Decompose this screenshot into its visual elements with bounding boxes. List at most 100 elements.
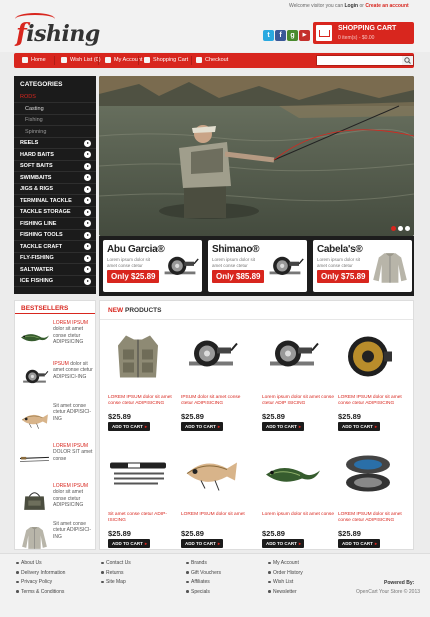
product-image[interactable] [108,446,168,501]
product-image[interactable] [181,329,241,384]
bestseller-image[interactable] [19,523,50,553]
twitter-icon[interactable]: t [263,30,274,41]
search-input[interactable] [316,55,414,66]
category-item[interactable]: FISHING TOOLS [14,230,96,241]
bestseller-name[interactable]: LOREM IPSUM DOLOR SIT amet conse [53,443,95,462]
category-item[interactable]: SWIMBAITS [14,172,96,184]
login-link[interactable]: Login [345,3,359,9]
product-name[interactable]: Sit amet conse ctetur ADIP-ISICING [108,512,180,524]
menu-wish-list[interactable]: Wish List (0) [61,53,101,68]
search-button[interactable] [402,56,413,65]
arrow-right-icon: ▸ [217,424,221,429]
hero-banner[interactable] [99,76,414,236]
footer-link[interactable]: Gift Vouchers [186,570,221,576]
add-to-cart-button[interactable]: ADD TO CART ▸ [262,422,305,431]
menu-shopping-cart[interactable]: Shopping Cart [144,53,188,68]
footer-link[interactable]: Affiliates [186,579,210,585]
facebook-icon[interactable]: f [275,30,286,41]
product-name[interactable]: LOREM IPSUM dolor sit amet [181,512,253,518]
add-to-cart-button[interactable]: ADD TO CART ▸ [181,539,224,548]
category-item[interactable]: SALTWATER [14,264,96,276]
promo-banner[interactable]: Cabela's® Lorem ipsum dolor sit amet cons… [313,240,412,292]
bestseller-image[interactable] [19,322,50,352]
footer-link[interactable]: Returns [101,570,124,576]
slide-dot[interactable] [398,226,403,231]
category-item[interactable]: TACKLE CRAFT [14,241,96,253]
bestseller-name[interactable]: Sit amet conse ctetur ADIPISICI-ING [53,403,95,422]
category-label: Fishing [25,117,43,123]
bestseller-image[interactable] [19,405,50,435]
product-name[interactable]: Lorem ipsum dolor sit amet conse [262,512,334,518]
menu-my-account[interactable]: My Account [105,53,142,68]
bestseller-name[interactable]: LOREM IPSUM dolor sit amet conse ctetur … [53,320,95,345]
google-icon[interactable]: g [287,30,298,41]
footer-link[interactable]: Terms & Conditions [16,589,64,595]
product-image[interactable] [338,329,398,384]
product-name[interactable]: LOREM IPSUM dolor sit amet conse ctetur … [338,512,410,524]
categories-title: CATEGORIES [20,81,63,88]
product-image[interactable] [262,446,322,501]
footer-link[interactable]: Delivery Information [16,570,65,576]
product-image[interactable] [338,446,398,501]
category-item[interactable]: TERMINAL TACKLE [14,195,96,207]
footer-link[interactable]: Site Map [101,579,126,585]
add-to-cart-button[interactable]: ADD TO CART ▸ [338,539,381,548]
footer-link[interactable]: Wish List [268,579,293,585]
category-item[interactable]: REELS [14,138,96,149]
category-item[interactable]: JIGS & RIGS [14,184,96,195]
footer-link[interactable]: Order History [268,570,303,576]
bestseller-name[interactable]: Sit amet conse ctetur ADIPISICI-ING [53,521,95,540]
add-to-cart-button[interactable]: ADD TO CART ▸ [338,422,381,431]
promo-product-image [159,248,201,288]
footer-link[interactable]: Privacy Policy [16,579,52,585]
footer-link[interactable]: Newsletter [268,589,297,595]
footer-link[interactable]: About Us [16,560,42,566]
bestseller-image[interactable] [19,445,50,475]
product-name[interactable]: LOREM IPSUM dolor sit amet conse ctetur … [108,395,180,407]
category-item[interactable]: FLY-FISHING [14,253,96,264]
category-item[interactable]: TACKLE STORAGE [14,207,96,218]
product-image[interactable] [262,329,322,384]
create-account-link[interactable]: Create an account [365,3,408,9]
slide-dot-active[interactable] [391,226,396,231]
bestseller-name[interactable]: LOREM IPSUM dolor sit amet conse ctetur … [53,483,95,508]
category-item[interactable]: Spinning [14,126,96,138]
footer-link[interactable]: Brands [186,560,207,566]
footer-link[interactable]: My Account [268,560,299,566]
product-price: $25.89 [181,412,204,421]
arrow-right-icon [84,139,91,147]
product-name[interactable]: IPSUM dolor sit amet conse ctetur ADIPIS… [181,395,253,407]
category-item[interactable]: ICE FISHING [14,276,96,287]
shopping-cart-box[interactable]: SHOPPING CART 0 item(s) - $0.00 [313,22,414,44]
bestseller-image[interactable] [19,485,50,515]
footer-link[interactable]: Specials [186,589,210,595]
product-image[interactable] [108,329,168,384]
category-item[interactable]: Casting [14,103,96,115]
arrow-right-icon [84,254,91,262]
menu-checkout[interactable]: Checkout [196,53,228,68]
menu-divider [138,56,139,65]
category-item[interactable]: HARD BAITS [14,149,96,161]
category-item[interactable]: FISHING LINE [14,218,96,230]
category-item[interactable]: RODS [14,92,96,103]
promo-banner[interactable]: Shimano® Lorem ipsum dolor sit amet conse… [208,240,307,292]
promo-banner[interactable]: Abu Garcia® Lorem ipsum dolor sit amet co… [103,240,202,292]
logo[interactable]: fishing [16,18,100,47]
add-to-cart-button[interactable]: ADD TO CART ▸ [262,539,305,548]
add-to-cart-button[interactable]: ADD TO CART ▸ [108,422,151,431]
youtube-icon[interactable]: ▶ [299,30,310,41]
bestseller-name[interactable]: IPSUM dolor sit amet conse ctetur ADIPIS… [53,361,95,380]
category-item[interactable]: Fishing [14,115,96,126]
slide-dot[interactable] [405,226,410,231]
new-products-title: NEW PRODUCTS [108,307,161,314]
product-name[interactable]: LOREM IPSUM dolor sit amet conse ctetur … [338,395,410,407]
menu-home[interactable]: Home [22,53,46,68]
add-to-cart-button[interactable]: ADD TO CART ▸ [108,539,151,548]
product-image[interactable] [181,446,241,501]
footer-link[interactable]: Contact Us [101,560,131,566]
category-item[interactable]: SOFT BAITS [14,161,96,172]
product-name[interactable]: Lorem ipsum dolor sit amet conse ctetur … [262,395,334,407]
add-to-cart-button[interactable]: ADD TO CART ▸ [181,422,224,431]
bestseller-image[interactable] [19,363,50,393]
category-label: SWIMBAITS [20,174,52,181]
